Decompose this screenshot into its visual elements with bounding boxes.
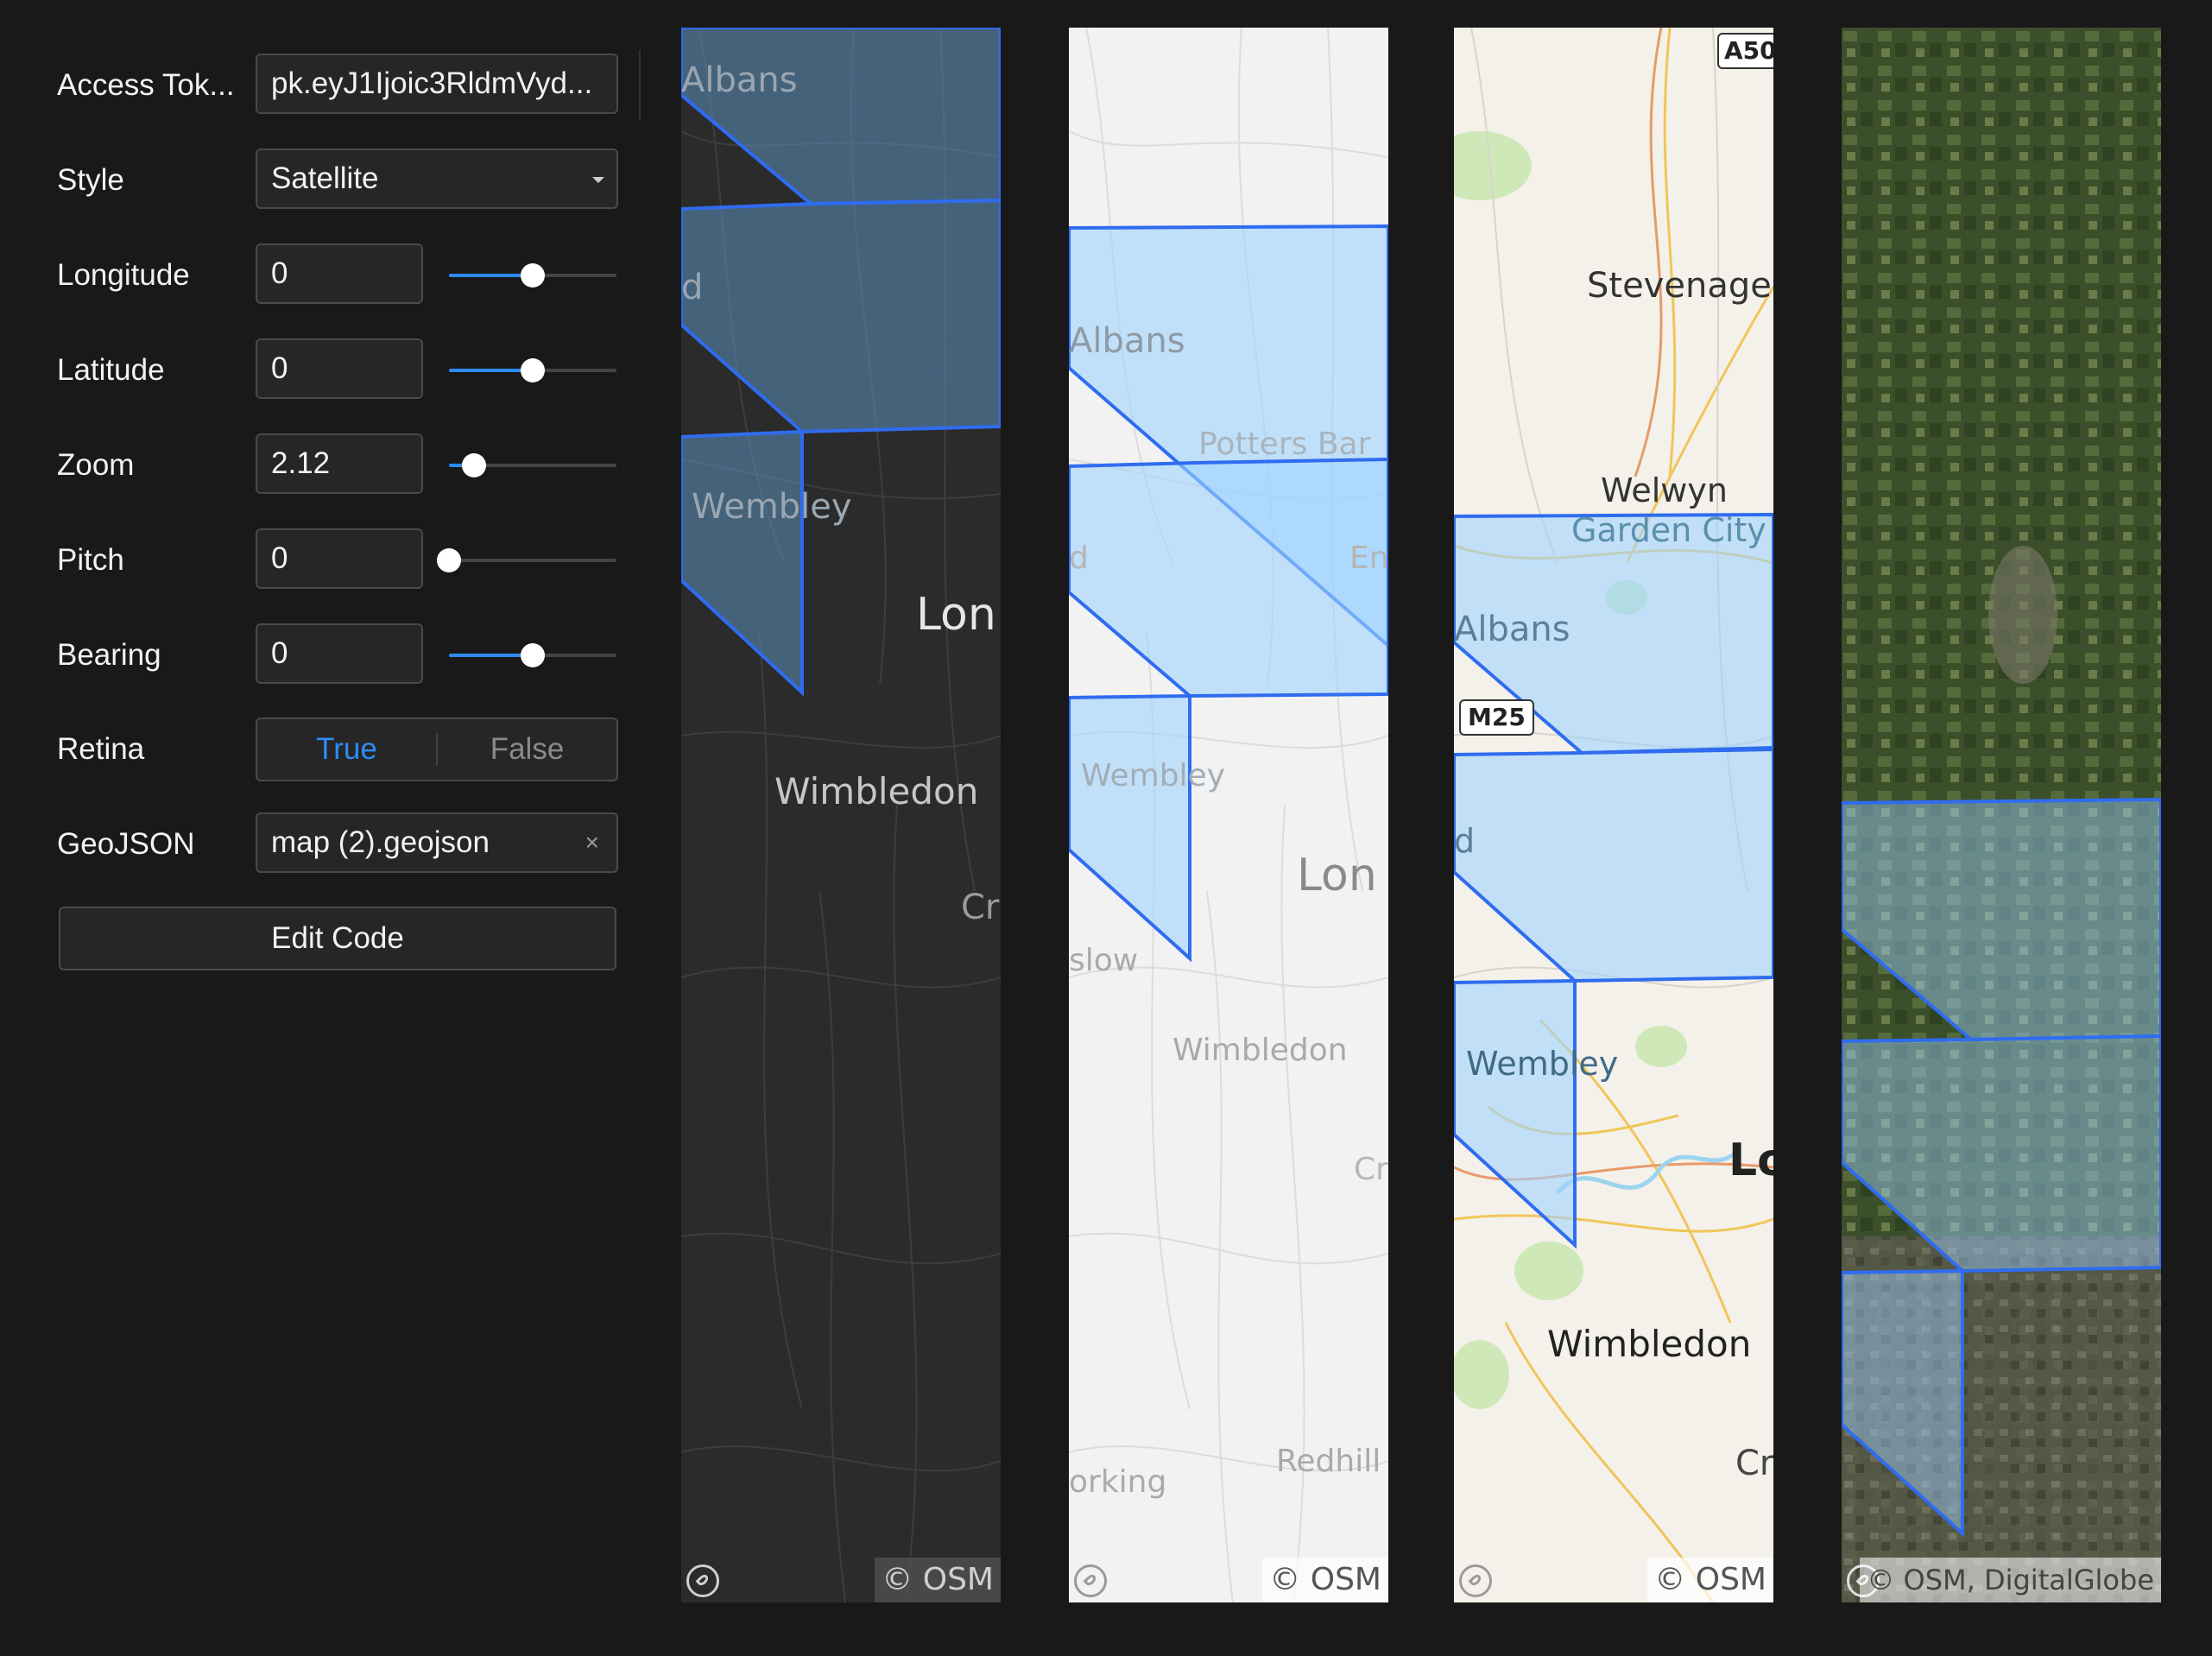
pitch-row: Pitch 0 xyxy=(57,528,618,592)
map-label: Albans xyxy=(1069,321,1185,361)
map-label: Wimbledon xyxy=(1172,1033,1348,1068)
style-row: Style Satellite xyxy=(57,149,618,212)
geojson-filename: map (2).geojson xyxy=(271,825,490,859)
map-label: Wembley xyxy=(1466,1045,1619,1083)
map-preview-satellite[interactable]: © OSM, DigitalGlobe xyxy=(1842,28,2161,1602)
road-shield: M25 xyxy=(1459,699,1534,736)
bearing-slider-handle[interactable] xyxy=(521,643,545,667)
map-label: Wembley xyxy=(1081,758,1226,793)
zoom-row: Zoom 2.12 xyxy=(57,433,618,497)
geojson-row: GeoJSON map (2).geojson × xyxy=(57,812,618,876)
map-label: Albans xyxy=(1454,610,1571,649)
pitch-slider-handle[interactable] xyxy=(437,548,461,572)
bearing-label: Bearing xyxy=(57,638,161,672)
pitch-input[interactable]: 0 xyxy=(256,528,423,589)
mapbox-logo-icon[interactable] xyxy=(1459,1564,1492,1597)
map-label: Lon xyxy=(916,589,996,641)
map-label: Albans xyxy=(681,60,798,100)
style-select-value: Satellite xyxy=(271,161,379,195)
geojson-label: GeoJSON xyxy=(57,827,195,861)
longitude-input[interactable]: 0 xyxy=(256,243,423,304)
map-attribution[interactable]: © OSM, DigitalGlobe xyxy=(1860,1558,2161,1602)
latitude-slider-handle[interactable] xyxy=(521,358,545,382)
road-shield: A50 xyxy=(1717,33,1773,69)
access-token-label: Access Tok... xyxy=(57,68,235,102)
geojson-file-input[interactable]: map (2).geojson × xyxy=(256,812,618,873)
map-label: Potters Bar xyxy=(1198,427,1371,462)
retina-false-option[interactable]: False xyxy=(438,732,616,767)
map-attribution[interactable]: © OSM xyxy=(875,1558,1001,1602)
close-icon[interactable]: × xyxy=(585,814,599,871)
map-dark-basemap xyxy=(681,28,1001,1602)
access-token-input[interactable]: pk.eyJ1Ijoic3RldmVyd... xyxy=(256,54,618,114)
map-label: d xyxy=(1454,822,1476,860)
map-label: Garden City xyxy=(1571,511,1766,549)
zoom-slider[interactable] xyxy=(449,433,616,497)
map-streets-basemap xyxy=(1454,28,1773,1602)
chevron-down-icon xyxy=(592,177,604,183)
map-label: d xyxy=(681,268,704,307)
map-label: Wimbledon xyxy=(1547,1323,1752,1365)
map-label: Redhill xyxy=(1276,1444,1381,1479)
bearing-row: Bearing 0 xyxy=(57,623,618,687)
latitude-label: Latitude xyxy=(57,353,165,387)
retina-row: Retina True False xyxy=(57,717,618,781)
edit-code-button[interactable]: Edit Code xyxy=(59,907,616,970)
latitude-input[interactable]: 0 xyxy=(256,338,423,399)
map-label: En xyxy=(1349,540,1388,576)
map-attribution[interactable]: © OSM xyxy=(1262,1558,1388,1602)
map-label: Lon xyxy=(1297,850,1377,901)
map-label: Lon xyxy=(1729,1135,1773,1186)
longitude-slider[interactable] xyxy=(449,243,616,307)
map-preview-light[interactable]: Albans Potters Bar En d Wembley Lon slow… xyxy=(1069,28,1388,1602)
zoom-slider-handle[interactable] xyxy=(462,453,487,477)
style-select[interactable]: Satellite xyxy=(256,149,618,209)
map-attribution[interactable]: © OSM xyxy=(1647,1558,1773,1602)
map-label: slow xyxy=(1069,943,1139,978)
zoom-label: Zoom xyxy=(57,448,135,482)
pitch-label: Pitch xyxy=(57,543,124,577)
panel-divider xyxy=(639,50,641,121)
latitude-row: Latitude 0 xyxy=(57,338,618,402)
mapbox-logo-icon[interactable] xyxy=(686,1564,719,1597)
map-label: Welwyn xyxy=(1601,471,1728,509)
map-label: Cr xyxy=(1354,1152,1388,1187)
bearing-slider[interactable] xyxy=(449,623,616,687)
mapbox-logo-icon[interactable] xyxy=(1074,1564,1107,1597)
map-satellite-basemap xyxy=(1842,28,2161,1602)
control-panel: Access Tok... pk.eyJ1Ijoic3RldmVyd... St… xyxy=(0,0,656,1656)
retina-toggle[interactable]: True False xyxy=(256,717,618,781)
longitude-row: Longitude 0 xyxy=(57,243,618,307)
zoom-input[interactable]: 2.12 xyxy=(256,433,423,494)
style-label: Style xyxy=(57,163,124,197)
map-preview-dark[interactable]: Albans d Wembley Lon Wimbledon Cr © OSM xyxy=(681,28,1001,1602)
map-label: Cr xyxy=(1735,1444,1773,1483)
retina-true-option[interactable]: True xyxy=(257,732,436,767)
map-light-basemap xyxy=(1069,28,1388,1602)
access-token-row: Access Tok... pk.eyJ1Ijoic3RldmVyd... xyxy=(57,54,618,117)
bearing-input[interactable]: 0 xyxy=(256,623,423,684)
pitch-slider[interactable] xyxy=(437,528,616,592)
retina-label: Retina xyxy=(57,732,145,766)
map-preview-streets[interactable]: A50 Stevenage Welwyn Garden City Albans … xyxy=(1454,28,1773,1602)
map-label: Cr xyxy=(961,888,1000,927)
map-label: Wimbledon xyxy=(774,770,979,812)
map-label: Stevenage xyxy=(1587,266,1772,306)
longitude-slider-handle[interactable] xyxy=(521,263,545,288)
latitude-slider[interactable] xyxy=(449,338,616,402)
longitude-label: Longitude xyxy=(57,258,190,292)
map-label: orking xyxy=(1069,1464,1167,1500)
map-label: d xyxy=(1069,540,1089,576)
map-label: Wembley xyxy=(692,487,852,527)
